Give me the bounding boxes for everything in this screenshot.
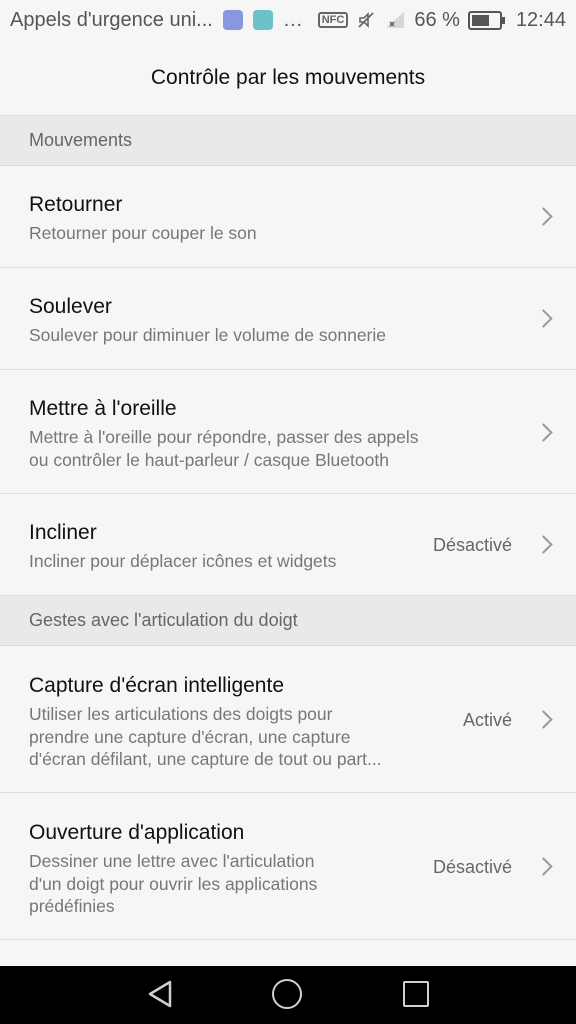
section-header-label: Gestes avec l'articulation du doigt <box>29 610 298 630</box>
subtitle-line: Soulever pour diminuer le volume de sonn… <box>29 325 387 345</box>
setting-title: Capture d'écran intelligente <box>29 674 285 697</box>
navigation-bar <box>0 966 576 1024</box>
setting-subtitle: Utiliser les articulations des doigts po… <box>29 703 382 771</box>
setting-title: Mettre à l'oreille <box>29 397 177 420</box>
subtitle-line: d'un doigt pour ouvrir les applications <box>29 873 318 894</box>
setting-subtitle: Mettre à l'oreille pour répondre, passer… <box>29 426 419 471</box>
subtitle-line: ou contrôler le haut-parleur / casque Bl… <box>29 449 389 470</box>
recent-apps-icon[interactable] <box>403 981 429 1007</box>
subtitle-line: Incliner pour déplacer icônes et widgets <box>29 551 337 571</box>
setting-subtitle: Incliner pour déplacer icônes et widgets <box>29 550 336 573</box>
mute-icon <box>358 12 374 28</box>
status-badge: Désactivé <box>432 857 512 877</box>
status-bar: Appels d'urgence uni... … NFC 66 % 12:44 <box>0 0 576 40</box>
setting-subtitle: Retourner pour couper le son <box>29 222 257 245</box>
setting-subtitle: Dessiner une lettre avec l'articulation … <box>29 850 317 918</box>
gallery-icon <box>252 10 273 30</box>
subtitle-line: d'écran défilant, une capture de tout ou… <box>29 749 382 769</box>
signal-icon <box>386 12 405 28</box>
back-icon[interactable] <box>145 979 175 1009</box>
section-header-gestes: Gestes avec l'articulation du doigt <box>0 596 576 646</box>
chevron-right-icon <box>534 423 553 442</box>
more-icon: … <box>282 8 304 31</box>
subtitle-line: Retourner pour couper le son <box>29 223 257 243</box>
subtitle-line: Utiliser les articulations des doigts po… <box>29 704 333 724</box>
setting-row-retourner[interactable]: Retourner Retourner pour couper le son <box>0 166 576 268</box>
battery-icon <box>467 10 505 30</box>
subtitle-line: prédéfinies <box>29 896 115 916</box>
status-badge: Activé <box>462 710 512 730</box>
setting-title: Incliner <box>29 521 97 544</box>
app-bar: Contrôle par les mouvements <box>0 40 576 116</box>
setting-title: Ouverture d'application <box>29 821 245 844</box>
nfc-icon: NFC <box>317 12 349 28</box>
chevron-right-icon <box>534 309 553 328</box>
home-icon[interactable] <box>272 979 302 1009</box>
page-title: Contrôle par les mouvements <box>150 65 426 89</box>
chevron-right-icon <box>534 535 553 554</box>
battery-percentage: 66 % <box>414 8 460 31</box>
setting-row-soulever[interactable]: Soulever Soulever pour diminuer le volum… <box>0 268 576 370</box>
section-header-mouvements: Mouvements <box>0 116 576 166</box>
setting-subtitle: Soulever pour diminuer le volume de sonn… <box>29 324 386 347</box>
setting-row-ouverture-application[interactable]: Ouverture d'application Dessiner une let… <box>0 793 576 940</box>
chevron-right-icon <box>534 207 553 226</box>
subtitle-line: prendre une capture d'écran, une capture <box>29 726 351 747</box>
status-badge: Désactivé <box>432 535 512 555</box>
section-header-label: Mouvements <box>29 130 133 150</box>
setting-title: Soulever <box>29 295 112 318</box>
chevron-right-icon <box>534 710 553 729</box>
setting-row-capture-ecran[interactable]: Capture d'écran intelligente Utiliser le… <box>0 646 576 793</box>
setting-title: Retourner <box>29 193 123 216</box>
clock: 12:44 <box>515 8 566 31</box>
subtitle-line: Dessiner une lettre avec l'articulation <box>29 851 315 871</box>
chevron-right-icon <box>534 857 553 876</box>
subtitle-line: Mettre à l'oreille pour répondre, passer… <box>29 427 419 447</box>
setting-row-incliner[interactable]: Incliner Incliner pour déplacer icônes e… <box>0 494 576 596</box>
health-icon <box>222 10 243 30</box>
notification-title: Appels d'urgence uni... <box>10 8 213 31</box>
setting-row-mettre-a-l-oreille[interactable]: Mettre à l'oreille Mettre à l'oreille po… <box>0 370 576 494</box>
